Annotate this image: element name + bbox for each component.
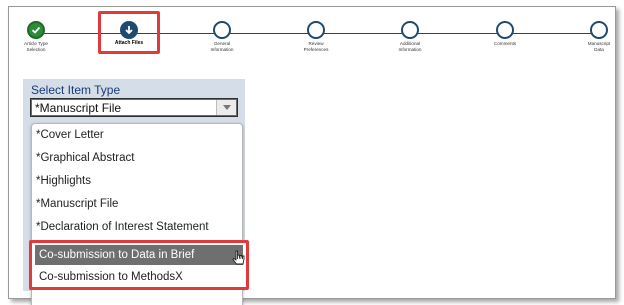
step-label: Review Preferences [303, 41, 329, 52]
hand-cursor-icon [232, 250, 245, 265]
step-general-information[interactable]: General Information [187, 21, 257, 52]
step-article-type-selection[interactable]: Article Type Selection [1, 21, 71, 52]
step-circle-icon [590, 21, 608, 39]
step-circle-icon [496, 21, 514, 39]
step-circle-icon [401, 21, 419, 39]
step-label: Comments [493, 41, 517, 46]
dropdown-option-cover-letter[interactable]: *Cover Letter [36, 129, 104, 141]
item-type-select[interactable]: *Manuscript File [31, 99, 237, 116]
dropdown-option-methodsx[interactable]: Co-submission to MethodsX [35, 267, 243, 287]
step-manuscript-data[interactable]: Manuscript Data [564, 21, 624, 52]
item-type-value: *Manuscript File [35, 101, 122, 115]
item-type-label: Select Item Type [31, 83, 121, 97]
progress-stepper: Article Type Selection Attach Files Gene… [9, 7, 617, 67]
check-icon [27, 21, 45, 39]
dropdown-option-data-in-brief[interactable]: Co-submission to Data in Brief [35, 245, 243, 265]
step-comments[interactable]: Comments [470, 21, 540, 47]
step-circle-icon [307, 21, 325, 39]
dropdown-option-graphical-abstract[interactable]: *Graphical Abstract [36, 152, 134, 164]
chevron-down-icon[interactable] [216, 100, 236, 115]
dropdown-option-declaration-of-interest[interactable]: *Declaration of Interest Statement [36, 221, 209, 233]
co-submission-highlight: Co-submission to Data in Brief Co-submis… [29, 240, 249, 290]
step-label: Additional Information [398, 41, 422, 52]
dropdown-option-manuscript-file[interactable]: *Manuscript File [36, 198, 118, 210]
step-review-preferences[interactable]: Review Preferences [281, 21, 351, 52]
dropdown-option-highlights[interactable]: *Highlights [36, 175, 91, 187]
step-additional-information[interactable]: Additional Information [375, 21, 445, 52]
step-label: Article Type Selection [24, 41, 48, 52]
step-label: Manuscript Data [587, 41, 611, 52]
current-step-highlight [98, 11, 160, 54]
step-circle-icon [213, 21, 231, 39]
submission-window: Article Type Selection Attach Files Gene… [8, 6, 617, 305]
step-label: General Information [210, 41, 234, 52]
